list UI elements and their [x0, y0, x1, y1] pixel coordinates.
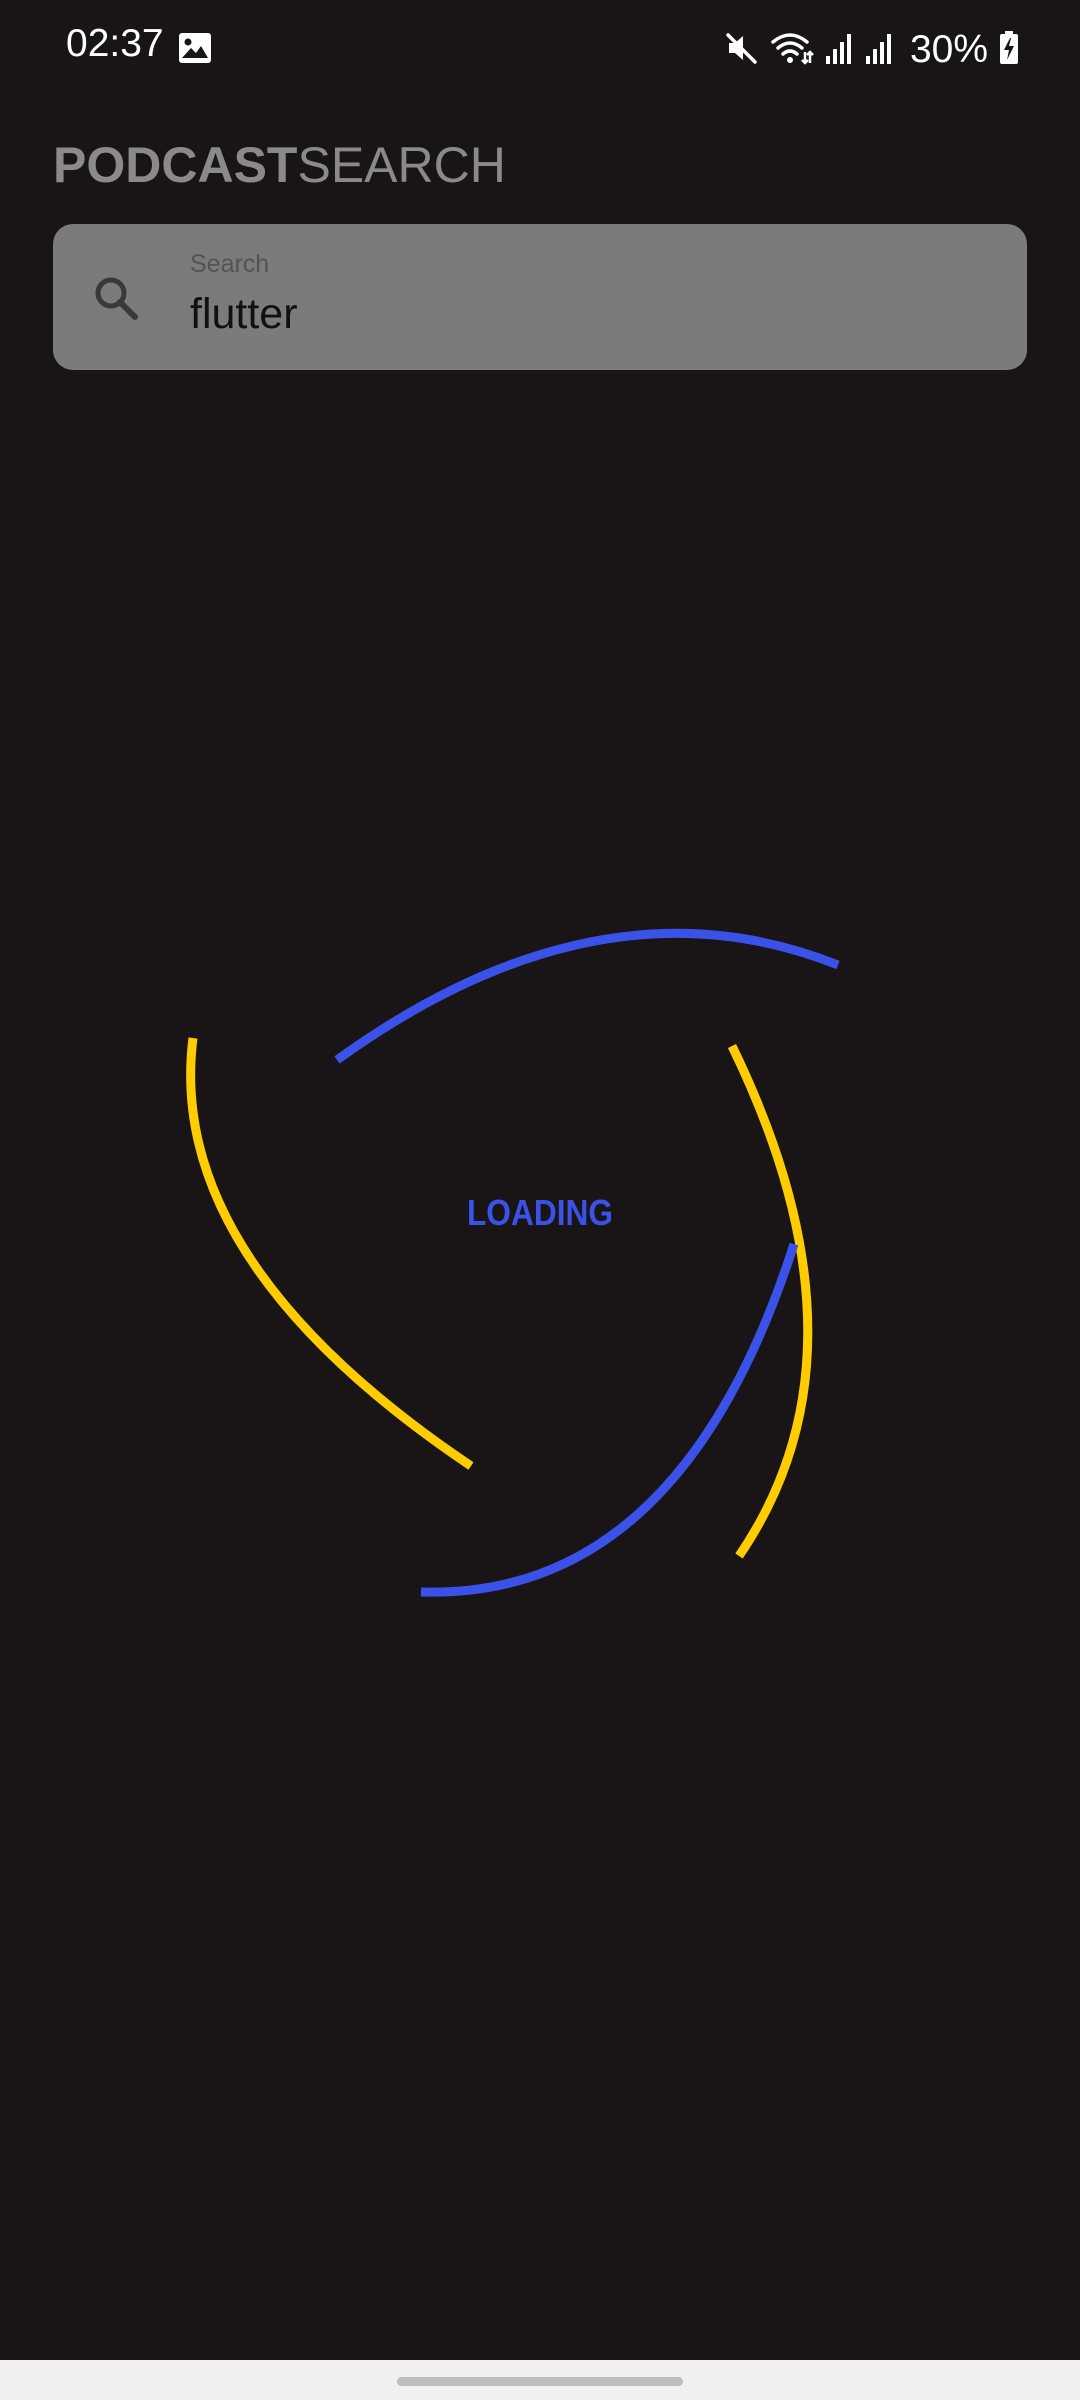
- battery-charging-icon: [998, 30, 1020, 71]
- mute-icon: [724, 30, 760, 71]
- spinner-arc-blue-top: [334, 928, 840, 1064]
- search-field[interactable]: Search flutter: [53, 224, 1027, 370]
- navigation-bar: [0, 2360, 1080, 2400]
- signal-icon: [824, 30, 854, 71]
- status-icons: 30%: [724, 22, 1020, 78]
- search-label: Search: [190, 250, 270, 278]
- status-time: 02:37: [66, 22, 164, 65]
- home-handle[interactable]: [397, 2377, 683, 2386]
- app-title: PODCASTSEARCH: [53, 136, 506, 194]
- wifi-icon: [770, 30, 814, 71]
- app-title-search: SEARCH: [297, 137, 506, 193]
- spinner-arc-yellow-right: [727, 1044, 813, 1559]
- battery-percentage: 30%: [909, 28, 988, 71]
- search-input[interactable]: flutter: [190, 290, 298, 339]
- loading-text: LOADING: [466, 1192, 614, 1233]
- app-title-podcast: PODCAST: [53, 137, 298, 193]
- gallery-icon: [178, 32, 212, 64]
- status-bar: 02:37 30%: [0, 0, 1080, 100]
- spinner-arc-yellow-left: [186, 1037, 474, 1470]
- spinner-arc-blue-bottom: [420, 1242, 799, 1597]
- signal-icon: [864, 30, 894, 71]
- search-icon: [89, 271, 145, 327]
